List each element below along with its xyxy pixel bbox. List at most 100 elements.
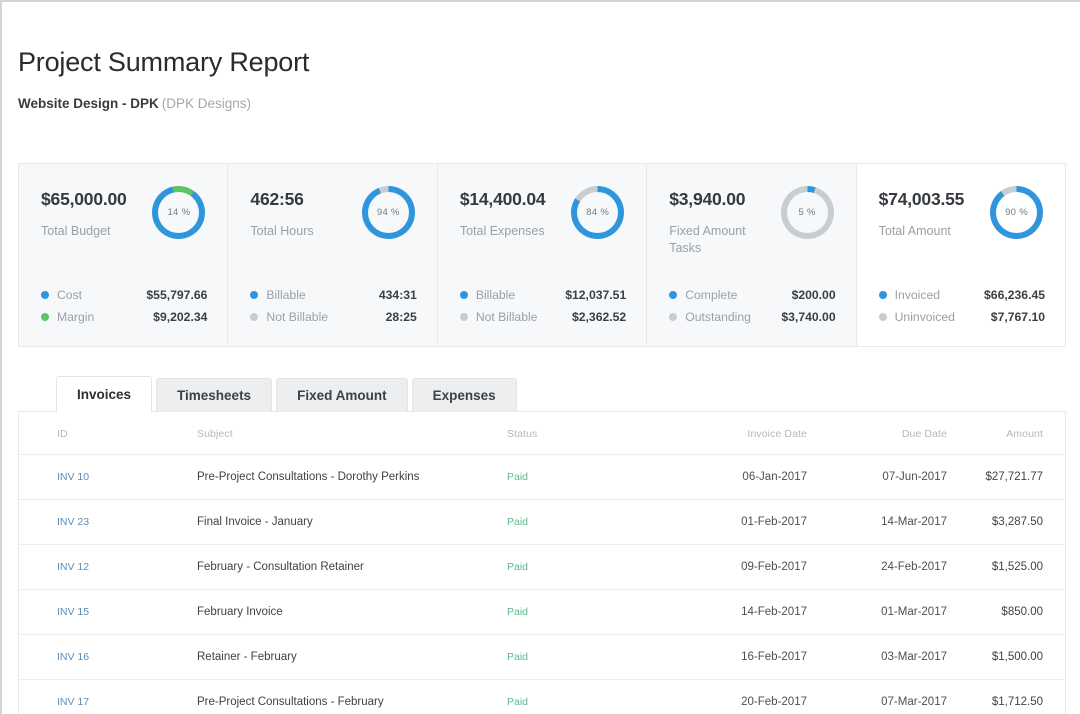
kpi-label: Total Expenses [460,223,546,240]
cell-amount: $1,525.00 [947,545,1066,590]
report-header: Project Summary Report Website Design - … [2,2,1080,112]
table-row[interactable]: INV 12February - Consultation RetainerPa… [19,545,1066,590]
legend-left: Cost [41,288,82,302]
kpi-card-total-budget: $65,000.00Total Budget14 %Cost$55,797.66… [19,164,227,346]
status-badge: Paid [507,606,528,618]
legend-value: $2,362.52 [572,310,626,324]
legend-left: Complete [669,288,737,302]
legend-label: Margin [57,310,94,324]
tab-expenses[interactable]: Expenses [412,378,517,412]
cell-invoice-date: 14-Feb-2017 [677,590,807,635]
kpi-textblock: $3,940.00Fixed Amount Tasks [669,186,780,257]
cell-id: INV 17 [19,680,197,714]
invoice-id-link[interactable]: INV 10 [57,471,89,483]
table-body: INV 10Pre-Project Consultations - Doroth… [19,455,1066,714]
legend-row: Outstanding$3,740.00 [669,306,835,328]
table-header-row: ID Subject Status Invoice Date Due Date … [19,412,1066,455]
kpi-textblock: $65,000.00 Total Budget [41,186,127,240]
legend-value: $3,740.00 [781,310,835,324]
tab-label: Expenses [433,388,496,403]
cell-invoice-date: 20-Feb-2017 [677,680,807,714]
column-header-status[interactable]: Status [497,412,677,455]
legend-label: Invoiced [895,288,940,302]
tab-invoices[interactable]: Invoices [56,376,152,412]
column-header-id[interactable]: ID [19,412,197,455]
invoice-id-link[interactable]: INV 12 [57,561,89,573]
kpi-value: 462:56 [250,189,313,210]
invoice-id-link[interactable]: INV 16 [57,651,89,663]
legend-dot-icon [879,291,887,299]
cell-invoice-date: 09-Feb-2017 [677,545,807,590]
legend-row: Not Billable $2,362.52 [460,306,626,328]
invoice-id-link[interactable]: INV 15 [57,606,89,618]
kpi-legend: Cost$55,797.66Margin$9,202.34 [41,284,207,328]
table-row[interactable]: INV 10Pre-Project Consultations - Doroth… [19,455,1066,500]
donut-chart: 90 % [990,186,1043,239]
legend-value: 28:25 [386,310,417,324]
table-row[interactable]: INV 16 Retainer - FebruaryPaid16-Feb-2017… [19,635,1066,680]
cell-status: Paid [497,635,677,680]
invoice-id-link[interactable]: INV 17 [57,696,89,708]
kpi-top: $14,400.04 Total Expenses 84 % [460,186,628,240]
table-row[interactable]: INV 17Pre-Project Consultations - Februa… [19,680,1066,714]
tab-timesheets[interactable]: Timesheets [156,378,272,412]
legend-row: Invoiced$66,236.45 [879,284,1045,306]
kpi-card-total-expenses: $14,400.04 Total Expenses 84 % Billable $12,… [437,164,646,346]
legend-dot-icon [41,291,49,299]
kpi-value: $3,940.00 [669,189,780,210]
kpi-legend: Billable 434:31 Not Billable 28:25 [250,284,416,328]
legend-label: Billable [476,288,515,302]
legend-row: Complete $200.00 [669,284,835,306]
status-badge: Paid [507,516,528,528]
kpi-top: $74,003.55Total Amount90 % [879,186,1047,240]
kpi-label: Total Budget [41,223,127,240]
cell-amount: $1,712.50 [947,680,1066,714]
kpi-label: Total Amount [879,223,965,240]
column-header-due-date[interactable]: Due Date [807,412,947,455]
status-badge: Paid [507,561,528,573]
kpi-textblock: 462:56Total Hours [250,186,313,240]
table-row[interactable]: INV 15 February Invoice Paid 14-Feb-201701-… [19,590,1066,635]
column-header-invoice-date[interactable]: Invoice Date [677,412,807,455]
legend-label: Billable [266,288,305,302]
legend-row: Margin $9,202.34 [41,306,207,328]
report-tabs: Invoices Timesheets Fixed Amount Expenses [56,376,521,412]
cell-subject: Retainer - February [197,635,497,680]
kpi-card-fixed-amount-tasks: $3,940.00Fixed Amount Tasks5 %Complete$2… [646,164,855,346]
cell-amount: $3,287.50 [947,500,1066,545]
kpi-value: $14,400.04 [460,189,546,210]
legend-value: $9,202.34 [153,310,207,324]
table-row[interactable]: INV 23Final Invoice - JanuaryPaid01-Feb-… [19,500,1066,545]
cell-due-date: 07-Jun-2017 [807,455,947,500]
invoice-id-link[interactable]: INV 23 [57,516,89,528]
legend-left: Billable [460,288,515,302]
legend-dot-icon [460,313,468,321]
legend-label: Not Billable [266,310,328,324]
cell-amount: $850.00 [947,590,1066,635]
legend-value: $12,037.51 [565,288,626,302]
legend-left: Not Billable [250,310,328,324]
tab-label: Invoices [77,387,131,402]
kpi-legend: Billable $12,037.51 Not Billable $2,362.52 [460,284,626,328]
donut-percent-label: 84 % [571,186,624,239]
legend-label: Complete [685,288,737,302]
legend-label: Uninvoiced [895,310,955,324]
cell-invoice-date: 16-Feb-2017 [677,635,807,680]
tab-label: Fixed Amount [297,388,387,403]
cell-subject: February Invoice [197,590,497,635]
cell-id: INV 12 [19,545,197,590]
tab-fixed-amount[interactable]: Fixed Amount [276,378,408,412]
kpi-value: $65,000.00 [41,189,127,210]
cell-due-date: 01-Mar-2017 [807,590,947,635]
legend-label: Cost [57,288,82,302]
donut-chart: 84 % [571,186,624,239]
column-header-subject[interactable]: Subject [197,412,497,455]
legend-value: $200.00 [792,288,836,302]
cell-id: INV 16 [19,635,197,680]
donut-percent-label: 14 % [152,186,205,239]
legend-value: 434:31 [379,288,417,302]
kpi-card-total-hours: 462:56Total Hours94 % Billable 434:31 Not B… [227,164,436,346]
column-header-amount[interactable]: Amount [947,412,1066,455]
legend-left: Not Billable [460,310,538,324]
kpi-top: 462:56Total Hours94 % [250,186,418,240]
